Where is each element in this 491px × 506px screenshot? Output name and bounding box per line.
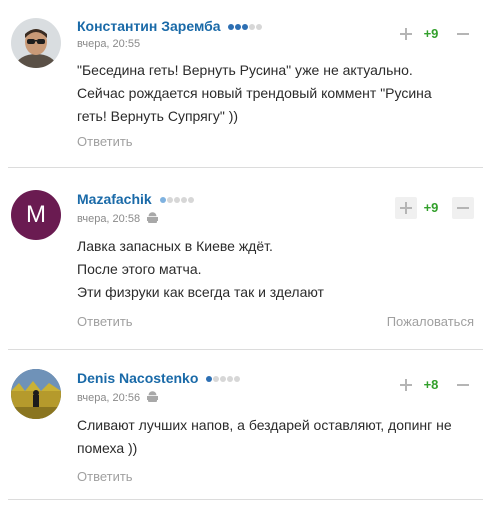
minus-icon (457, 33, 469, 35)
comment-text: Сливают лучших напов, а бездарей оставля… (77, 414, 482, 460)
comment-line: Сливают лучших напов, а бездарей оставля… (77, 417, 452, 433)
reply-button[interactable]: Ответить (77, 134, 133, 149)
plus-icon (400, 28, 412, 40)
comment-2: M Mazafachik вчера, 20:58 Лавка запасных… (0, 167, 491, 349)
avatar[interactable] (11, 369, 61, 419)
report-button[interactable]: Пожаловаться (387, 314, 474, 329)
comment-time: вчера, 20:58 (77, 213, 141, 225)
android-icon (147, 212, 159, 227)
comment-time: вчера, 20:55 (77, 38, 141, 50)
comment-3: Denis Nacostenko вчера, 20:56 Сливают лу… (0, 349, 491, 499)
comment-author[interactable]: Mazafachik (77, 190, 195, 207)
vote-score: +8 (423, 377, 439, 392)
comment-time-row: вчера, 20:58 (77, 212, 159, 227)
avatar[interactable]: M (11, 190, 61, 240)
avatar-photo-icon (11, 369, 61, 419)
comment-1: Константин Заремба вчера, 20:55 "Беседин… (0, 0, 491, 167)
vote-score: +9 (423, 200, 439, 215)
vote-score: +9 (423, 26, 439, 41)
minus-icon (457, 384, 469, 386)
author-name[interactable]: Константин Заремба (77, 18, 221, 34)
rating-dots (228, 17, 263, 33)
comment-time-row: вчера, 20:56 (77, 391, 159, 406)
rating-dots (159, 190, 195, 206)
comment-time: вчера, 20:56 (77, 392, 141, 404)
comment-text: "Беседина геть! Вернуть Русина" уже не а… (77, 59, 482, 128)
comment-divider (8, 499, 483, 500)
comment-line: Лавка запасных в Киеве ждёт. (77, 238, 273, 254)
author-name[interactable]: Denis Nacostenko (77, 370, 198, 386)
reply-button[interactable]: Ответить (77, 314, 133, 329)
comment-author[interactable]: Константин Заремба (77, 17, 263, 34)
rating-dots (206, 369, 241, 385)
author-name[interactable]: Mazafachik (77, 191, 152, 207)
downvote-button[interactable] (452, 374, 474, 396)
comment-line: помеха )) (77, 440, 138, 456)
comment-line: Сейчас рождается новый трендовый коммент… (77, 85, 432, 101)
avatar[interactable] (11, 18, 61, 68)
upvote-button[interactable] (395, 374, 417, 396)
comment-text: Лавка запасных в Киеве ждёт. После этого… (77, 235, 482, 304)
comment-line: геть! Вернуть Супрягу" )) (77, 108, 239, 124)
upvote-button[interactable] (395, 197, 417, 219)
reply-button[interactable]: Ответить (77, 469, 133, 484)
downvote-button[interactable] (452, 197, 474, 219)
minus-icon (457, 207, 469, 209)
comment-author[interactable]: Denis Nacostenko (77, 369, 241, 386)
avatar-photo-icon (11, 18, 61, 68)
upvote-button[interactable] (395, 23, 417, 45)
android-icon (147, 391, 159, 406)
comment-line: Эти физруки как всегда так и зделают (77, 284, 324, 300)
downvote-button[interactable] (452, 23, 474, 45)
comment-line: "Беседина геть! Вернуть Русина" уже не а… (77, 62, 413, 78)
plus-icon (400, 379, 412, 391)
plus-icon (400, 202, 412, 214)
comment-line: После этого матча. (77, 261, 202, 277)
